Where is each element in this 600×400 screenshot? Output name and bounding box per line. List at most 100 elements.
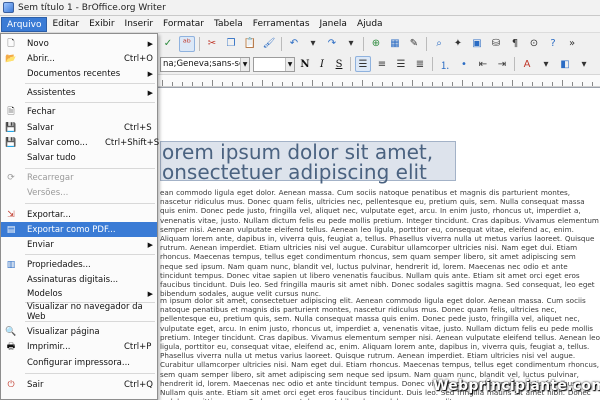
- background-color-icon[interactable]: ◧: [557, 56, 573, 72]
- menu-item-documentos-recentes[interactable]: Documentos recentes ▶: [1, 66, 157, 81]
- numbering-icon[interactable]: ⒈: [437, 56, 453, 72]
- page-preview-icon: 🔍: [5, 326, 17, 337]
- horizontal-ruler[interactable]: [158, 75, 600, 87]
- align-left-icon[interactable]: ☰: [355, 56, 371, 72]
- ruler-tick: [322, 82, 323, 86]
- menu-item-exportar-pdf[interactable]: ▤ Exportar como PDF...: [1, 222, 157, 237]
- font-name-combo[interactable]: na;Geneva;sans-ser ▼: [160, 56, 250, 72]
- menu-item-propriedades[interactable]: ▥ Propriedades...: [1, 257, 157, 272]
- pdf-icon: ▤: [6, 224, 16, 235]
- underline-button[interactable]: S: [332, 57, 346, 72]
- chevron-down-icon[interactable]: ▼: [240, 57, 249, 71]
- cut-icon[interactable]: ✂: [204, 36, 220, 52]
- menu-item-salvar-tudo[interactable]: Salvar tudo: [1, 150, 157, 165]
- font-color-icon[interactable]: A: [519, 56, 535, 72]
- italic-button[interactable]: I: [315, 57, 329, 72]
- toolbar-options-icon[interactable]: »: [564, 36, 580, 52]
- menu-item-modelos[interactable]: Modelos ▶: [1, 286, 157, 301]
- menu-janela[interactable]: Janela: [315, 17, 352, 32]
- toolbar-options-icon[interactable]: ▾: [576, 56, 592, 72]
- menu-tabela[interactable]: Tabela: [209, 17, 248, 32]
- ruler-tick: [492, 82, 493, 86]
- document-page[interactable]: orem ipsum dolor sit amet, onsectetuer a…: [158, 88, 600, 400]
- body-paragraph-1[interactable]: ean commodo ligula eget dolor. Aenean ma…: [160, 188, 600, 298]
- menu-ajuda[interactable]: Ajuda: [352, 17, 388, 32]
- ruler-tick: [432, 82, 433, 86]
- menu-item-label: Enviar: [27, 239, 54, 250]
- align-center-icon[interactable]: ≡: [374, 56, 390, 72]
- menu-ferramentas[interactable]: Ferramentas: [248, 17, 315, 32]
- toolbar-separator: [514, 57, 515, 71]
- save-icon: 💾: [5, 122, 17, 133]
- menu-item-versoes[interactable]: Versões...: [1, 185, 157, 200]
- submenu-arrow-icon: ▶: [147, 39, 153, 48]
- ruler-tick: [162, 80, 163, 86]
- ruler-tick: [222, 82, 223, 86]
- zoom-icon[interactable]: ⊙: [526, 36, 542, 52]
- menu-exibir[interactable]: Exibir: [84, 17, 119, 32]
- bold-button[interactable]: N: [298, 57, 312, 72]
- undo-dropdown-icon[interactable]: ▾: [305, 36, 321, 52]
- redo-icon[interactable]: ↷: [324, 36, 340, 52]
- menu-item-novo[interactable]: 🗋 Novo ▶: [1, 36, 157, 51]
- menu-item-assinaturas[interactable]: Assinaturas digitais...: [1, 272, 157, 287]
- menu-item-configurar-impressora[interactable]: Configurar impressora...: [1, 355, 157, 370]
- menu-arquivo[interactable]: Arquivo: [1, 16, 48, 32]
- font-size-combo[interactable]: ▼: [253, 56, 295, 72]
- bullets-icon[interactable]: •: [456, 56, 472, 72]
- export-icon: ⇲: [7, 209, 15, 220]
- ruler-tick: [202, 82, 203, 86]
- menu-item-enviar[interactable]: Enviar ▶: [1, 237, 157, 252]
- undo-icon[interactable]: ↶: [286, 36, 302, 52]
- ruler-tick: [252, 82, 253, 86]
- autospellcheck-icon[interactable]: ᵃᵇ: [179, 35, 195, 52]
- chevron-down-icon[interactable]: ▼: [285, 57, 294, 71]
- draw-functions-icon[interactable]: ✎: [406, 36, 422, 52]
- menu-editar[interactable]: Editar: [47, 17, 84, 32]
- align-right-icon[interactable]: ☰: [393, 56, 409, 72]
- formatting-marks-icon[interactable]: ¶: [507, 36, 523, 52]
- highlight-icon[interactable]: ▾: [538, 56, 554, 72]
- menu-item-fechar[interactable]: 🗎 Fechar: [1, 104, 157, 119]
- ruler-tick: [552, 82, 553, 86]
- justify-icon[interactable]: ≣: [412, 56, 428, 72]
- menu-item-label: Novo: [27, 38, 49, 49]
- menu-item-abrir[interactable]: 📂 Abrir... Ctrl+O: [1, 51, 157, 66]
- format-paintbrush-icon[interactable]: 🖌: [261, 36, 277, 52]
- copy-icon[interactable]: ❐: [223, 36, 239, 52]
- ruler-tick: [262, 80, 263, 86]
- table-icon[interactable]: ▦: [387, 36, 403, 52]
- increase-indent-icon[interactable]: ⇥: [494, 56, 510, 72]
- menu-inserir[interactable]: Inserir: [120, 17, 159, 32]
- menu-item-recarregar[interactable]: ⟳ Recarregar: [1, 170, 157, 185]
- datasources-icon[interactable]: ⛁: [488, 36, 504, 52]
- menu-item-exportar[interactable]: ⇲ Exportar...: [1, 207, 157, 222]
- menu-item-visualizar-navegador[interactable]: Visualizar no navegador da Web: [1, 302, 157, 322]
- decrease-indent-icon[interactable]: ⇤: [475, 56, 491, 72]
- paste-icon[interactable]: 📋: [242, 36, 258, 52]
- menu-item-assistentes[interactable]: Assistentes ▶: [1, 85, 157, 100]
- menu-item-salvar[interactable]: 💾 Salvar Ctrl+S: [1, 120, 157, 135]
- menu-item-imprimir[interactable]: 🖶 Imprimir... Ctrl+P: [1, 339, 157, 354]
- find-replace-icon[interactable]: ⌕: [431, 36, 447, 52]
- menu-item-label: Salvar como...: [27, 137, 88, 148]
- gallery-icon[interactable]: ▣: [469, 36, 485, 52]
- ruler-tick: [212, 80, 213, 86]
- navigator-icon[interactable]: ✦: [450, 36, 466, 52]
- redo-dropdown-icon[interactable]: ▾: [343, 36, 359, 52]
- menu-item-label: Exportar...: [27, 209, 71, 220]
- menu-item-salvar-como[interactable]: 💾 Salvar como... Ctrl+Shift+S: [1, 135, 159, 150]
- ruler-tick: [372, 82, 373, 86]
- ruler-tick: [452, 82, 453, 86]
- menu-separator: [25, 254, 155, 255]
- menu-formatar[interactable]: Formatar: [158, 17, 209, 32]
- menu-item-label: Modelos: [27, 288, 63, 299]
- spellcheck-icon[interactable]: ✓: [160, 36, 176, 52]
- heading-selection[interactable]: orem ipsum dolor sit amet, onsectetuer a…: [160, 141, 456, 182]
- close-icon: 🗎: [7, 106, 15, 117]
- menu-item-visualizar-pagina[interactable]: 🔍 Visualizar página: [1, 324, 157, 339]
- menu-item-shortcut: Ctrl+S: [124, 122, 152, 133]
- help-icon[interactable]: ?: [545, 36, 561, 52]
- menu-item-sair[interactable]: ⏻ Sair Ctrl+Q: [1, 377, 157, 392]
- hyperlink-icon[interactable]: ⊕: [368, 36, 384, 52]
